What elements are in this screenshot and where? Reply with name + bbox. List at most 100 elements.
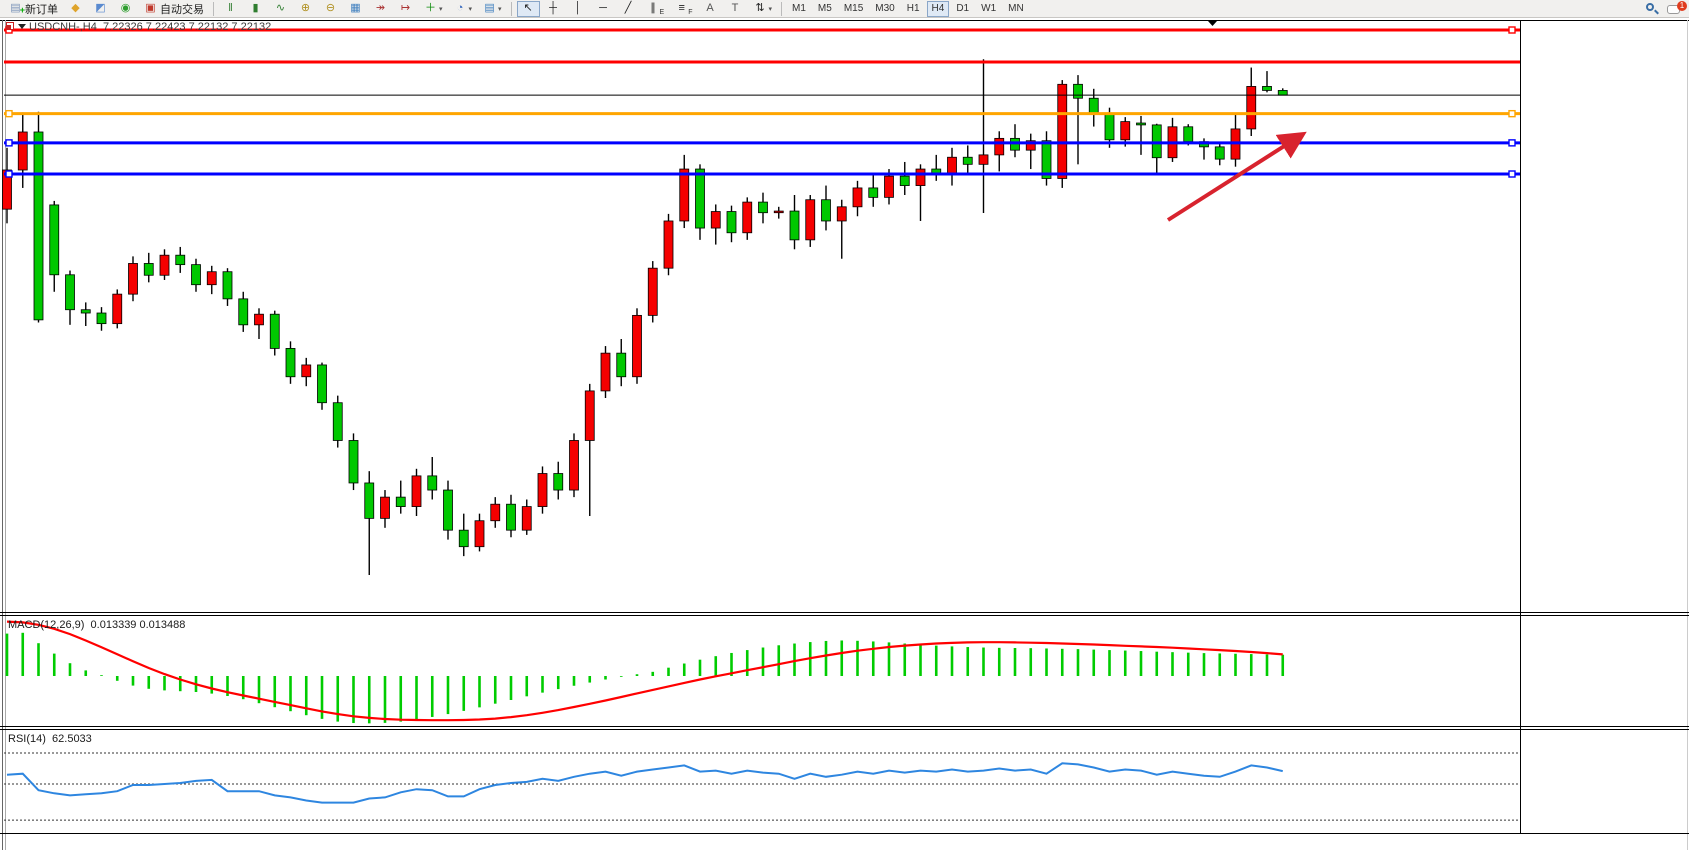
- arrows-tool-button[interactable]: ⇅▾: [749, 1, 777, 17]
- dropdown-arrow-icon[interactable]: ▾: [769, 5, 773, 13]
- macd-name: MACD(12,26,9): [8, 619, 84, 631]
- line-anchor-handle[interactable]: [1509, 111, 1515, 117]
- indicators-button[interactable]: ＋▾: [419, 1, 447, 17]
- bar-chart-type-button[interactable]: ‖: [219, 1, 242, 17]
- horizontal-line-tool-button[interactable]: ─: [592, 1, 615, 17]
- line-anchor-handle[interactable]: [6, 111, 12, 117]
- chart-wizard-icon-icon: ◆: [68, 1, 83, 16]
- candlestick: [81, 310, 90, 313]
- tf-m1-button[interactable]: M1: [787, 1, 811, 17]
- new-order-button[interactable]: ▤+新订单: [4, 1, 62, 17]
- candlestick: [475, 521, 484, 547]
- candlestick: [129, 263, 138, 294]
- autotrading-button-label: 自动交易: [160, 1, 204, 17]
- candlestick: [1247, 86, 1256, 128]
- templates-button[interactable]: ▤▾: [478, 1, 506, 17]
- line-anchor-handle[interactable]: [1509, 140, 1515, 146]
- candlestick: [223, 272, 232, 299]
- signals-icon[interactable]: ◉: [114, 1, 137, 17]
- line-anchor-handle[interactable]: [1509, 171, 1515, 177]
- candlestick-chart-type-icon: ▮: [248, 1, 263, 16]
- zoom-out-icon: ⊖: [323, 1, 338, 16]
- label-tool-icon: T: [728, 1, 743, 16]
- trendline-tool-button[interactable]: ╱: [617, 1, 640, 17]
- candlestick: [491, 504, 500, 521]
- macd-label: MACD(12,26,9) 0.013339 0.013488: [8, 619, 185, 631]
- periods-button[interactable]: ◔▾: [449, 1, 477, 17]
- autotrading-icon: ▣: [143, 1, 158, 16]
- toolbar-standard-group: ▤+新订单 ◆ ◩ ◉ ▣自动交易: [3, 0, 209, 18]
- vertical-line-tool-icon: │: [571, 1, 586, 16]
- dropdown-arrow-icon[interactable]: ▾: [498, 5, 502, 13]
- toolbar-draw-group: ↖ ┼ │ ─ ╱ ∥E≡F AT ⇅▾: [516, 0, 777, 18]
- candlestick: [585, 391, 594, 441]
- toolbar-separator: [781, 2, 782, 16]
- chart-wizard-icon[interactable]: ◆: [64, 1, 87, 17]
- toolbar-chart-group: ‖▮∿⊕⊖▦↠↦＋▾◔▾▤▾: [218, 0, 507, 18]
- zoom-out-button[interactable]: ⊖: [319, 1, 342, 17]
- candlestick: [743, 202, 752, 233]
- chart-object-icons: [6, 22, 28, 32]
- candlestick: [381, 497, 390, 518]
- line-chart-type-button[interactable]: ∿: [269, 1, 292, 17]
- crosshair-tool-icon: ┼: [546, 1, 561, 16]
- candlestick: [900, 176, 909, 185]
- toolbar-timeframe-group: M1M5M15M30H1H4D1W1MN: [786, 0, 1030, 18]
- autotrading-button[interactable]: ▣自动交易: [139, 1, 208, 17]
- fibonacci-tool-button[interactable]: ≡F: [670, 1, 696, 17]
- candlestick: [680, 169, 689, 221]
- dropdown-arrow-icon[interactable]: ▾: [469, 5, 473, 13]
- indicators-icon: ＋: [423, 1, 438, 16]
- candlestick: [617, 353, 626, 377]
- tf-d1-button[interactable]: D1: [951, 1, 974, 17]
- main-toolbar: ▤+新订单◆◩◉▣自动交易 ‖▮∿⊕⊖▦↠↦＋▾◔▾▤▾ ↖┼│─╱∥E≡FAT…: [0, 0, 1689, 18]
- candlestick: [1263, 86, 1272, 90]
- search-icon[interactable]: [1645, 2, 1659, 16]
- channel-tool-button[interactable]: ∥E: [642, 1, 669, 17]
- candlestick: [522, 507, 531, 531]
- templates-icon: ▤: [482, 1, 497, 16]
- notifications-icon[interactable]: 1: [1667, 3, 1683, 16]
- candlestick: [349, 440, 358, 482]
- tf-h4-button[interactable]: H4: [927, 1, 950, 17]
- tile-windows-icon: ▦: [348, 1, 363, 16]
- market-watch-icon[interactable]: ◩: [89, 1, 112, 17]
- toolbar-separator: [213, 2, 214, 16]
- candlestick: [1278, 90, 1287, 95]
- tf-m30-button[interactable]: M30: [870, 1, 899, 17]
- chart-area[interactable]: [0, 0, 1689, 857]
- cursor-tool-button[interactable]: ↖: [517, 1, 540, 17]
- signals-icon-icon: ◉: [118, 1, 133, 16]
- tf-w1-button[interactable]: W1: [976, 1, 1001, 17]
- candlestick: [160, 255, 169, 275]
- auto-scroll-button[interactable]: ↠: [369, 1, 392, 17]
- tile-windows-button[interactable]: ▦: [344, 1, 367, 17]
- candlestick: [428, 476, 437, 490]
- zoom-in-button[interactable]: ⊕: [294, 1, 317, 17]
- candlestick: [50, 205, 59, 275]
- tf-h1-button[interactable]: H1: [902, 1, 925, 17]
- notifications-badge: 1: [1677, 1, 1687, 11]
- text-tool-icon: A: [703, 1, 718, 16]
- chart-shift-button[interactable]: ↦: [394, 1, 417, 17]
- line-anchor-handle[interactable]: [1509, 27, 1515, 33]
- line-anchor-handle[interactable]: [6, 140, 12, 146]
- line-anchor-handle[interactable]: [6, 171, 12, 177]
- trendline-tool-icon: ╱: [621, 1, 636, 16]
- label-tool-button[interactable]: T: [724, 1, 747, 17]
- new-order-button-label: 新订单: [25, 1, 58, 17]
- chart-title-ohlc: 7.22326 7.22423 7.22132 7.22132: [103, 21, 271, 33]
- tf-m15-button[interactable]: M15: [839, 1, 868, 17]
- tf-mn-button[interactable]: MN: [1003, 1, 1029, 17]
- candlestick: [774, 211, 783, 213]
- chart-menu-arrow-icon[interactable]: [18, 24, 26, 29]
- candlestick: [806, 200, 815, 240]
- text-tool-button[interactable]: A: [699, 1, 722, 17]
- candlestick: [664, 221, 673, 268]
- tf-m5-button[interactable]: M5: [813, 1, 837, 17]
- candlestick-chart-type-button[interactable]: ▮: [244, 1, 267, 17]
- dropdown-arrow-icon[interactable]: ▾: [439, 5, 443, 13]
- auto-scroll-icon: ↠: [373, 1, 388, 16]
- vertical-line-tool-button[interactable]: │: [567, 1, 590, 17]
- crosshair-tool-button[interactable]: ┼: [542, 1, 565, 17]
